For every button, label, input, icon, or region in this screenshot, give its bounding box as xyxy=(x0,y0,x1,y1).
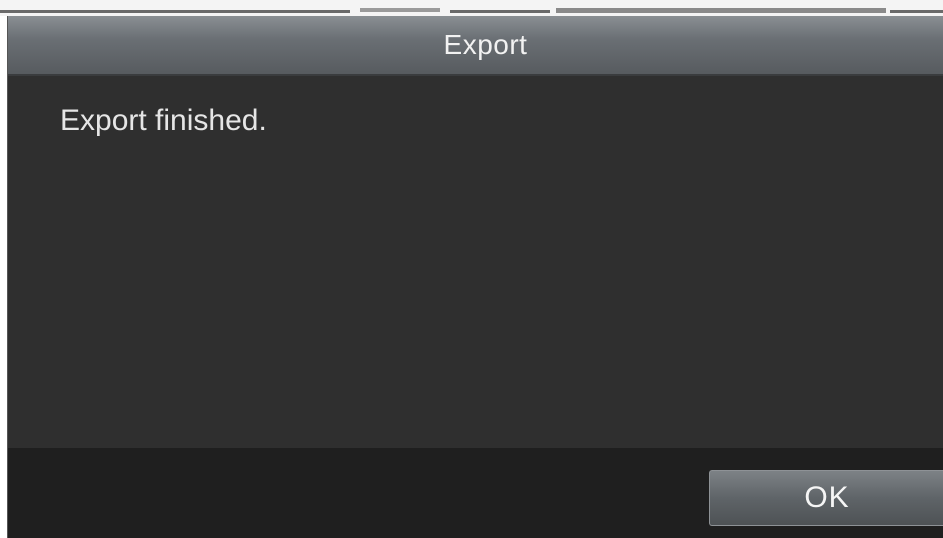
underlay-line xyxy=(556,8,886,13)
dialog-title: Export xyxy=(443,29,528,60)
dialog-titlebar: Export xyxy=(8,16,943,76)
screen: Export Export finished. OK xyxy=(0,0,943,538)
underlay-line xyxy=(450,10,550,13)
ok-button[interactable]: OK xyxy=(709,470,943,526)
underlying-window-edge xyxy=(0,0,943,16)
underlay-line xyxy=(0,10,350,13)
underlay-line xyxy=(890,10,943,13)
export-status-message: Export finished. xyxy=(60,104,267,137)
underlay-line xyxy=(360,8,440,12)
dialog-content: Export finished. xyxy=(8,76,943,448)
dialog-footer: OK xyxy=(8,448,943,538)
ok-button-label: OK xyxy=(804,481,850,514)
export-dialog: Export Export finished. OK xyxy=(7,16,943,538)
